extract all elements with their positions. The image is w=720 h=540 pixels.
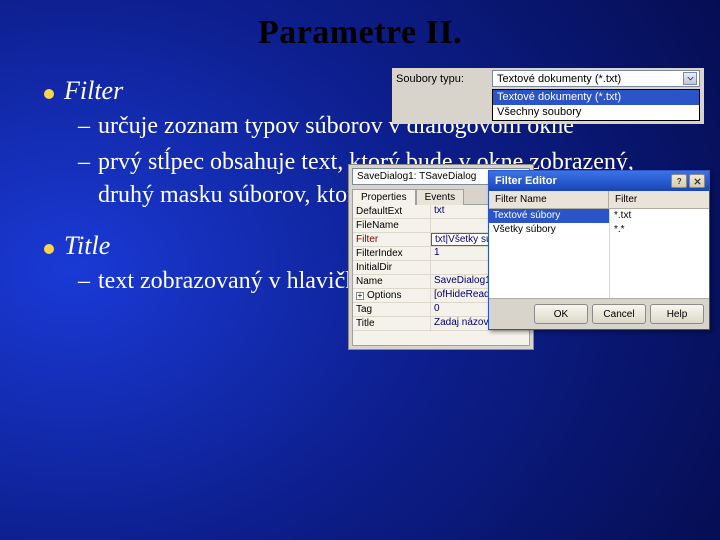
help-button[interactable]: Help [650, 304, 704, 324]
filetype-selected: Textové dokumenty (*.txt) [497, 73, 621, 85]
prop-key: Name [353, 275, 431, 288]
filtername-column: Textové súbory Všetky súbory [489, 209, 609, 298]
filetype-options-list[interactable]: Textové dokumenty (*.txt) Všechny soubor… [492, 89, 700, 121]
expand-icon[interactable]: + [356, 292, 364, 300]
svg-text:?: ? [676, 177, 681, 186]
filter-editor-titlebar: Filter Editor ? [489, 171, 709, 191]
tab-properties[interactable]: Properties [352, 189, 416, 205]
prop-key: InitialDir [353, 261, 431, 274]
filetype-row: Soubory typu: Textové dokumenty (*.txt) [392, 68, 704, 89]
window-controls: ? [671, 174, 705, 188]
prop-key: Filter [353, 233, 431, 246]
filter-editor-header: Filter Name Filter [489, 191, 709, 209]
filetype-option-1[interactable]: Všechny soubory [493, 105, 699, 120]
filter-editor-title: Filter Editor [495, 175, 557, 187]
tab-events[interactable]: Events [416, 189, 465, 205]
bullet-icon [44, 244, 54, 254]
cancel-button[interactable]: Cancel [592, 304, 646, 324]
filter-editor-buttons: OK Cancel Help [489, 298, 709, 329]
component-combo-value: SaveDialog1: TSaveDialog [357, 171, 476, 182]
close-icon[interactable] [689, 174, 705, 188]
prop-key: Tag [353, 303, 431, 316]
ok-button[interactable]: OK [534, 304, 588, 324]
heading-title: Title [64, 231, 110, 261]
filtermask-cell-1[interactable]: *.* [610, 223, 709, 237]
dash-icon: – [78, 146, 90, 211]
filetype-label: Soubory typu: [396, 73, 486, 85]
help-icon[interactable]: ? [671, 174, 687, 188]
heading-filter: Filter [64, 76, 123, 106]
inspector-group: SaveDialog1: TSaveDialog Properties Even… [348, 164, 710, 350]
col-filter: Filter [609, 191, 709, 208]
dash-icon: – [78, 265, 90, 297]
prop-key-text: Options [367, 290, 401, 301]
chevron-down-icon[interactable] [683, 72, 697, 85]
prop-key: DefaultExt [353, 205, 431, 218]
filtername-cell-1[interactable]: Všetky súbory [489, 223, 609, 237]
filter-editor-body[interactable]: Textové súbory Všetky súbory *.txt *.* [489, 209, 709, 298]
filter-editor-dialog: Filter Editor ? Filter Name Filter Texto… [488, 170, 710, 330]
filtermask-column: *.txt *.* [609, 209, 709, 298]
prop-key: FilterIndex [353, 247, 431, 260]
filtermask-cell-0[interactable]: *.txt [610, 209, 709, 223]
filetype-option-0[interactable]: Textové dokumenty (*.txt) [493, 90, 699, 105]
prop-key: Title [353, 317, 431, 330]
col-filtername: Filter Name [489, 191, 609, 208]
filetype-dropdown-panel: Soubory typu: Textové dokumenty (*.txt) … [392, 68, 704, 124]
filtername-cell-0[interactable]: Textové súbory [489, 209, 609, 223]
prop-key: + Options [353, 289, 431, 302]
bullet-icon [44, 89, 54, 99]
prop-key: FileName [353, 219, 431, 232]
dash-icon: – [78, 110, 90, 142]
slide-title: Parametre II. [0, 0, 720, 52]
filetype-combo[interactable]: Textové dokumenty (*.txt) [492, 70, 700, 87]
